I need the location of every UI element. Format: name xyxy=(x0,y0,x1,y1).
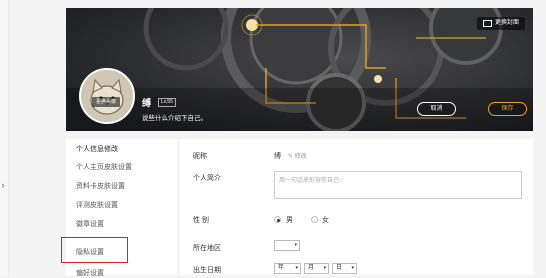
settings-sidebar: 个人信息修改 个人主页皮肤设置 资料卡皮肤设置 评测皮肤设置 徽章设置 隐私设置… xyxy=(61,139,177,278)
birth-year-select[interactable]: 年 ▾ xyxy=(274,263,301,274)
chevron-down-icon: ▾ xyxy=(323,265,326,271)
left-edge-strip xyxy=(0,0,9,275)
sidebar-item-label: 隐私设置 xyxy=(76,249,104,256)
profile-banner: 更换封面 xyxy=(66,8,533,131)
change-avatar-button[interactable]: 更换头像 xyxy=(92,97,120,107)
gender-female-radio[interactable] xyxy=(311,216,318,223)
gender-male-radio[interactable] xyxy=(274,216,281,223)
cancel-button[interactable]: 取消 xyxy=(417,102,456,116)
profile-form: 昵称 缚 ✎ 修改 个人简介 用一句话来形容你自己~ 性 别 男 女 所在地区 … xyxy=(180,139,533,275)
profile-intro: 说些什么介绍下自己。 xyxy=(142,115,207,122)
day-label: 日 xyxy=(336,265,343,271)
month-label: 月 xyxy=(308,265,315,271)
sidebar-item-review-skin[interactable]: 评测皮肤设置 xyxy=(76,200,118,210)
gender-female-label: 女 xyxy=(322,217,329,224)
intro-textarea[interactable]: 用一句话来形容你自己~ xyxy=(274,171,522,199)
nickname-label: 昵称 xyxy=(193,153,207,160)
region-label: 所在地区 xyxy=(193,245,221,252)
change-cover-button[interactable]: 更换封面 xyxy=(476,17,525,30)
chevron-down-icon: ▾ xyxy=(294,242,297,248)
birth-month-select[interactable]: 月 ▾ xyxy=(304,263,329,274)
chevron-down-icon: ▾ xyxy=(295,265,298,271)
avatar[interactable]: 更换头像 xyxy=(79,68,135,124)
cat-avatar-icon xyxy=(81,70,133,122)
intro-label: 个人简介 xyxy=(193,175,221,182)
sidebar-item-preference[interactable]: 偏好设置 xyxy=(76,268,104,278)
sidebar-item-profile-edit[interactable]: 个人信息修改 xyxy=(76,144,118,154)
edit-nickname-link[interactable]: ✎ 修改 xyxy=(288,151,307,160)
gender-label: 性 别 xyxy=(193,217,209,224)
gender-male-label: 男 xyxy=(286,217,293,224)
collapse-arrow-icon[interactable]: › xyxy=(0,178,6,192)
sidebar-item-card-skin[interactable]: 资料卡皮肤设置 xyxy=(76,181,125,191)
region-select[interactable]: ▾ xyxy=(274,240,300,251)
nickname-value: 缚 xyxy=(274,153,281,160)
sidebar-item-privacy[interactable]: 隐私设置 xyxy=(61,237,128,263)
birth-day-select[interactable]: 日 ▾ xyxy=(332,263,357,274)
sidebar-item-badge[interactable]: 徽章设置 xyxy=(76,219,104,229)
save-button[interactable]: 保存 xyxy=(488,102,527,116)
birth-label: 出生日期 xyxy=(193,267,221,274)
level-badge: Lv.55 xyxy=(158,98,176,107)
username: 缚 xyxy=(142,98,152,108)
image-icon xyxy=(482,20,492,27)
change-cover-label: 更换封面 xyxy=(494,20,519,26)
chevron-down-icon: ▾ xyxy=(351,265,354,271)
sidebar-item-homepage-skin[interactable]: 个人主页皮肤设置 xyxy=(76,162,132,172)
year-label: 年 xyxy=(278,265,285,271)
gear-artwork xyxy=(66,8,533,131)
